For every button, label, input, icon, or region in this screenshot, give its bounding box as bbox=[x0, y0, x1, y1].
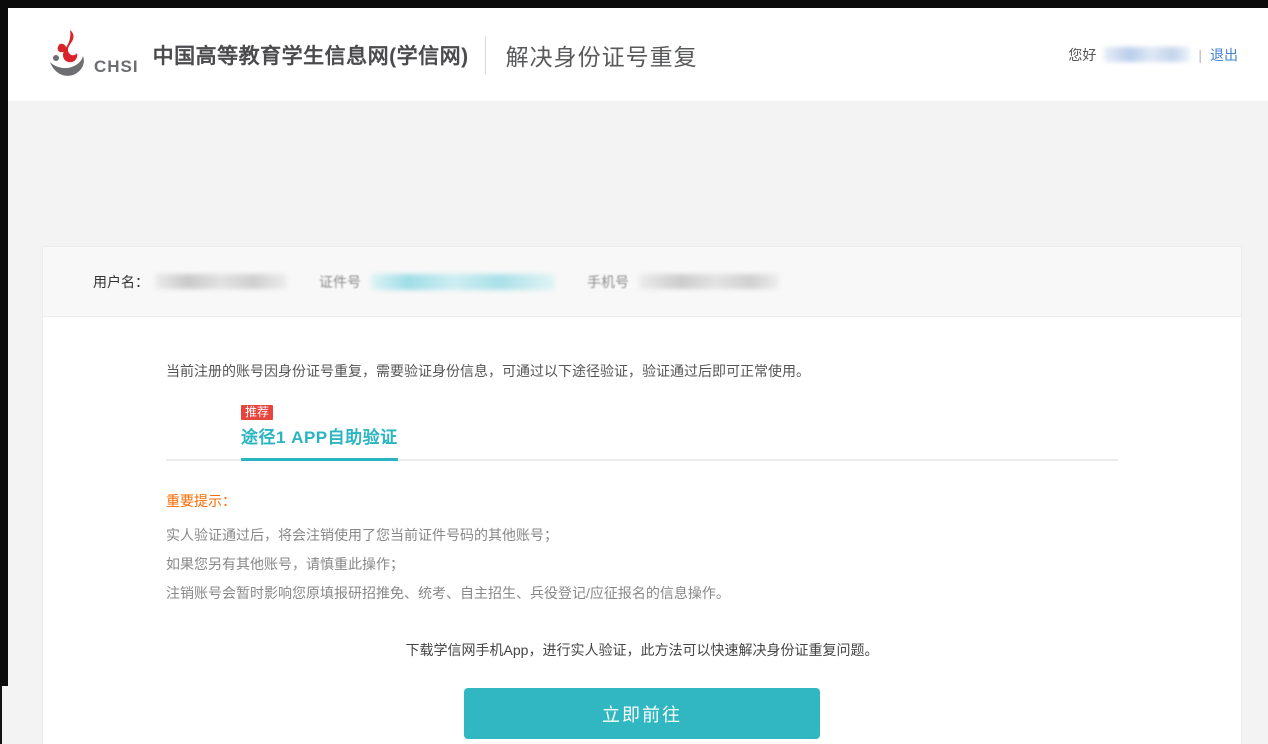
chsi-phoenix-icon bbox=[46, 30, 92, 80]
intro-text: 当前注册的账号因身份证号重复，需要验证身份信息，可通过以下途径验证，验证通过后即… bbox=[166, 361, 1118, 381]
masked-phone-value bbox=[639, 274, 779, 289]
tab-bar: 推荐 途径1 APP自助验证 bbox=[166, 403, 1118, 461]
main-card: 用户名： 证件号 手机号 当前注册的账号因身份证号重复，需要验证身份信息，可通过… bbox=[42, 246, 1242, 744]
greeting-label: 您好 bbox=[1068, 45, 1096, 65]
chsi-logo-text: CHSI bbox=[94, 57, 139, 77]
cta-container: 立即前往 bbox=[166, 688, 1118, 739]
header: CHSI 中国高等教育学生信息网(学信网) 解决身份证号重复 您好 | 退出 bbox=[0, 8, 1268, 101]
page-background: 用户名： 证件号 手机号 当前注册的账号因身份证号重复，需要验证身份信息，可通过… bbox=[0, 101, 1268, 744]
download-hint: 下载学信网手机App，进行实人验证，此方法可以快速解决身份证重复问题。 bbox=[166, 640, 1118, 660]
phone-label: 手机号 bbox=[587, 272, 629, 292]
tab-app-self-verify[interactable]: 推荐 途径1 APP自助验证 bbox=[241, 403, 398, 461]
user-info-bar: 用户名： 证件号 手机号 bbox=[43, 247, 1241, 317]
notice-title: 重要提示： bbox=[166, 491, 1118, 511]
masked-username bbox=[1104, 47, 1190, 62]
header-user-area: 您好 | 退出 bbox=[1068, 45, 1238, 65]
header-separator: | bbox=[1198, 47, 1202, 63]
id-number-field: 证件号 bbox=[319, 272, 555, 292]
chsi-logo[interactable]: CHSI bbox=[46, 30, 139, 80]
masked-username-value bbox=[155, 274, 287, 289]
window-frame-left bbox=[0, 0, 8, 686]
masked-id-number-value bbox=[371, 274, 555, 290]
important-notice: 重要提示： 实人验证通过后，将会注销使用了您当前证件号码的其他账号； 如果您另有… bbox=[166, 491, 1118, 608]
window-frame-top bbox=[0, 0, 1268, 8]
recommended-badge: 推荐 bbox=[241, 405, 273, 420]
notice-line: 如果您另有其他账号，请慎重此操作； bbox=[166, 550, 1118, 579]
username-field: 用户名： bbox=[93, 272, 287, 292]
logout-link[interactable]: 退出 bbox=[1210, 45, 1238, 65]
notice-line: 实人验证通过后，将会注销使用了您当前证件号码的其他账号； bbox=[166, 521, 1118, 550]
phone-field: 手机号 bbox=[587, 272, 779, 292]
tab-label: 途径1 APP自助验证 bbox=[241, 421, 398, 461]
id-number-label: 证件号 bbox=[319, 272, 361, 292]
site-name: 中国高等教育学生信息网(学信网) bbox=[153, 40, 469, 70]
username-label: 用户名： bbox=[93, 272, 149, 292]
card-content: 当前注册的账号因身份证号重复，需要验证身份信息，可通过以下途径验证，验证通过后即… bbox=[43, 317, 1241, 739]
notice-line: 注销账号会暂时影响您原填报研招推免、统考、自主招生、兵役登记/应征报名的信息操作… bbox=[166, 579, 1118, 608]
page-title: 解决身份证号重复 bbox=[506, 38, 698, 72]
header-divider bbox=[485, 36, 486, 74]
go-now-button[interactable]: 立即前往 bbox=[464, 688, 820, 739]
